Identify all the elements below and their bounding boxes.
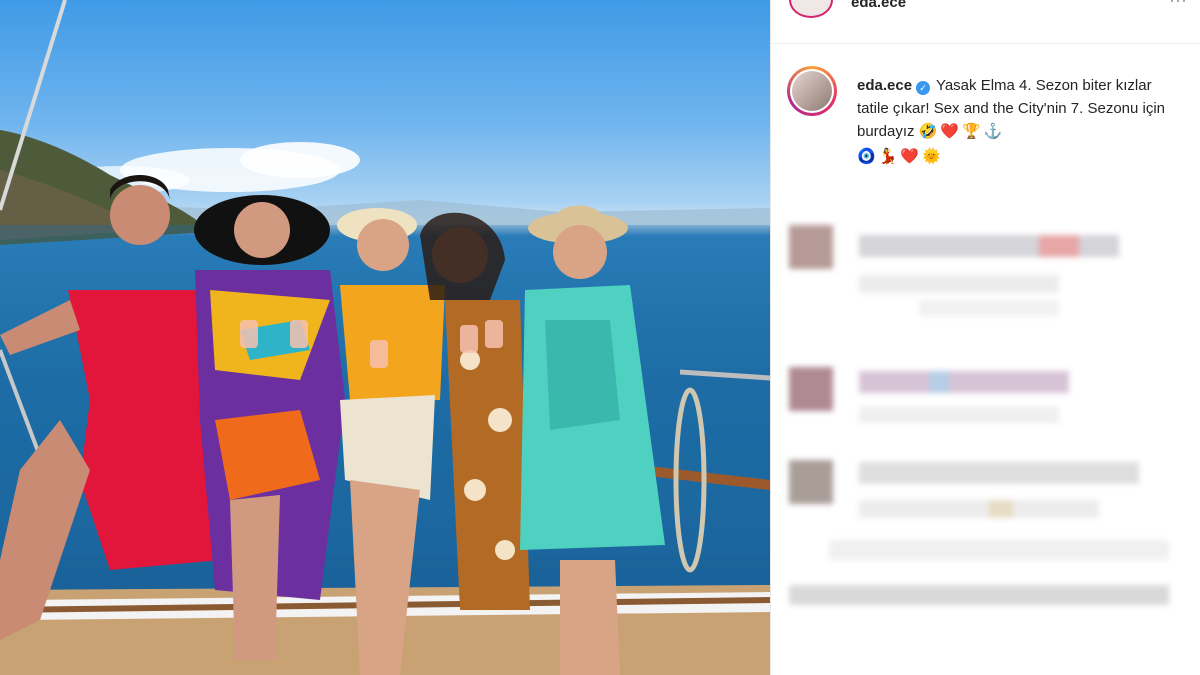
emoji-rofl: 🤣 [918,123,938,140]
emoji-nazar: 🧿 [857,148,876,165]
blurred-comment-3 [789,450,1189,620]
header-avatar[interactable] [789,0,833,18]
emoji-heart: ❤️ [940,123,960,140]
blurred-comment-1 [789,215,1189,325]
post-photo-illustration [0,0,770,675]
caption-text-block: eda.ece ✓ Yasak Elma 4. Sezon biter kızla… [857,74,1167,168]
more-options-icon[interactable]: ··· [1169,0,1187,11]
caption-avatar[interactable] [787,66,837,116]
emoji-heart-2: ❤️ [900,148,920,165]
emoji-sun: 🌞 [922,148,941,165]
emoji-trophy: 🏆 [962,123,981,140]
emoji-anchor: ⚓ [983,123,1003,140]
post-photo[interactable] [0,0,770,675]
post-header: eda.ece ··· [771,0,1200,44]
emoji-dancer: 💃 [878,148,898,165]
post-sidebar: eda.ece ··· eda.ece ✓ Yasak Elma 4. Sezon… [770,0,1200,675]
header-username[interactable]: eda.ece [851,0,906,11]
caption-username[interactable]: eda.ece [857,77,912,94]
caption-emoji-row: 🧿 💃 ❤️ 🌞 [857,145,1167,168]
blurred-comment-2 [789,355,1189,435]
verified-badge-icon: ✓ [916,81,931,95]
avatar-image [792,71,832,111]
